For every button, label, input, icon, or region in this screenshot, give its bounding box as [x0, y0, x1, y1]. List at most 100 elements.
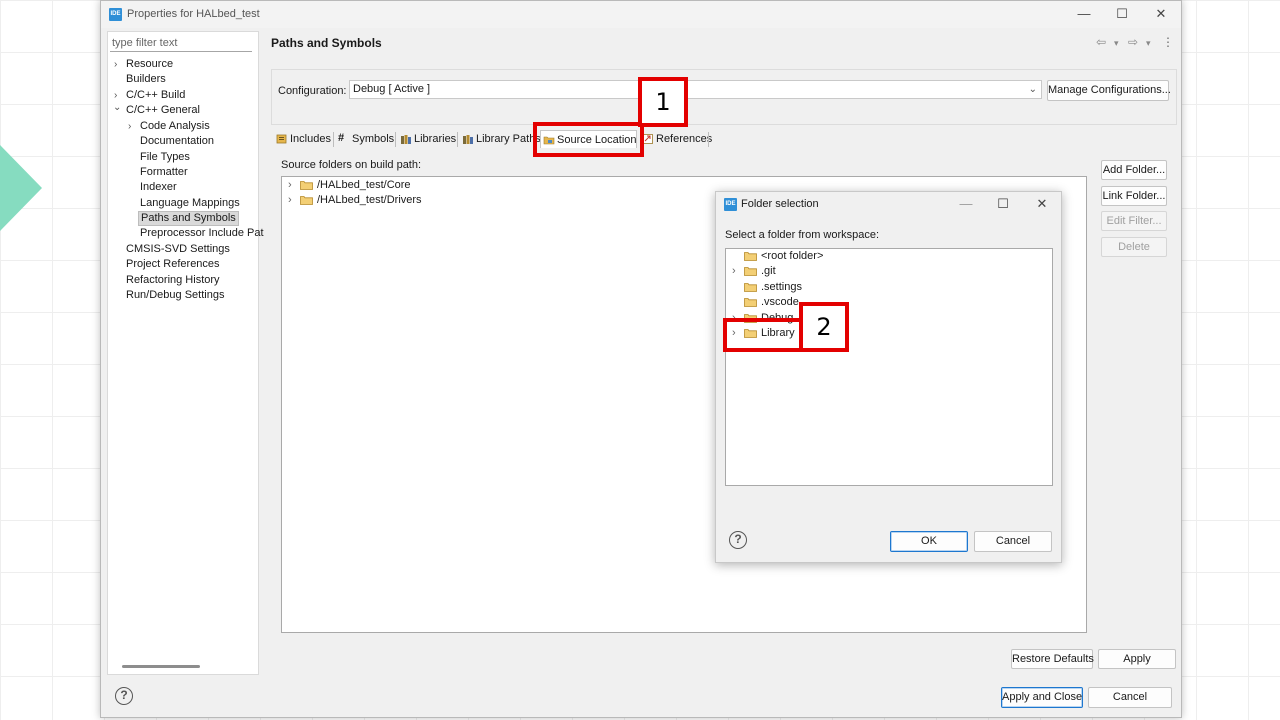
folder-icon — [300, 181, 313, 190]
configuration-select[interactable]: Debug [ Active ] ⌄ — [349, 80, 1042, 99]
configuration-value: Debug [ Active ] — [353, 83, 431, 95]
chevron-right-icon[interactable]: › — [114, 90, 117, 101]
forward-menu-icon[interactable]: ▾ — [1146, 38, 1151, 49]
nav-item-resource[interactable]: Resource — [126, 57, 173, 72]
folder-label: .git — [761, 265, 776, 277]
add-folder-button[interactable]: Add Folder... — [1101, 160, 1167, 180]
tab-libraries[interactable]: Libraries — [398, 130, 456, 148]
page-title: Paths and Symbols — [271, 36, 382, 50]
nav-item-paths-and-symbols[interactable]: Paths and Symbols — [138, 211, 239, 226]
tab-library-paths[interactable]: Library Paths — [460, 130, 541, 148]
forward-arrow-icon[interactable]: ⇨ — [1128, 35, 1138, 49]
nav-item-cmsis-svd-settings[interactable]: CMSIS-SVD Settings — [126, 242, 230, 257]
folder-selection-dialog: IDE Folder selection — ☐ ✕ Select a fold… — [715, 191, 1062, 563]
dialog-prompt: Select a folder from workspace: — [725, 229, 880, 241]
folder-label: .settings — [761, 281, 802, 293]
tab-references[interactable]: References — [640, 130, 712, 148]
maximize-icon[interactable]: ☐ — [1114, 6, 1130, 22]
folder-label: /HALbed_test/Core — [317, 179, 411, 191]
workspace-folder-tree[interactable]: <root folder> › .git .settings .vscode ›… — [725, 248, 1053, 486]
nav-item-run-debug-settings[interactable]: Run/Debug Settings — [126, 288, 224, 303]
folder-label: <root folder> — [761, 250, 824, 262]
tab-symbols[interactable]: # Symbols — [336, 130, 394, 148]
folder-icon — [744, 283, 757, 292]
cancel-button[interactable]: Cancel — [1088, 687, 1172, 708]
nav-item-cpp-general[interactable]: C/C++ General — [126, 103, 200, 118]
folder-icon — [300, 196, 313, 205]
nav-item-refactoring-history[interactable]: Refactoring History — [126, 273, 220, 288]
tab-separator — [395, 132, 396, 147]
chevron-right-icon[interactable]: › — [288, 178, 292, 193]
nav-item-cpp-build[interactable]: C/C++ Build — [126, 88, 185, 103]
back-menu-icon[interactable]: ▾ — [1114, 38, 1119, 49]
folder-icon — [744, 252, 757, 261]
minimize-icon[interactable]: — — [958, 196, 974, 212]
window-title: Properties for HALbed_test — [127, 8, 260, 20]
ide-app-icon: IDE — [109, 8, 122, 21]
hash-icon: # — [338, 132, 345, 144]
help-icon[interactable]: ? — [115, 687, 133, 705]
manage-configurations-button[interactable]: Manage Configurations... — [1047, 80, 1171, 101]
chevron-right-icon[interactable]: › — [114, 59, 117, 70]
property-page-tree: › Resource Builders › C/C++ Build ⌄ C/C+… — [107, 31, 264, 675]
maximize-icon[interactable]: ☐ — [995, 196, 1011, 212]
folder-icon — [744, 267, 757, 276]
nav-item-code-analysis[interactable]: Code Analysis — [140, 119, 210, 134]
library-folder-highlight — [723, 318, 805, 352]
nav-item-formatter[interactable]: Formatter — [140, 165, 188, 180]
tab-label: References — [656, 133, 713, 145]
tab-label: Libraries — [414, 133, 457, 145]
includes-icon — [276, 134, 287, 144]
list-item[interactable]: <root folder> — [732, 249, 1032, 264]
dialog-title: Folder selection — [741, 198, 819, 210]
nav-item-file-types[interactable]: File Types — [140, 150, 190, 165]
list-item[interactable]: .vscode — [732, 295, 1032, 310]
tab-label: Includes — [290, 133, 331, 145]
chevron-right-icon[interactable]: › — [732, 264, 736, 279]
nav-item-indexer[interactable]: Indexer — [140, 180, 177, 195]
help-icon[interactable]: ? — [729, 531, 747, 549]
dialog-cancel-button[interactable]: Cancel — [974, 531, 1052, 552]
link-folder-button[interactable]: Link Folder... — [1101, 186, 1167, 206]
more-options-icon[interactable]: ⋮ — [1162, 35, 1174, 49]
nav-item-preprocessor-include-paths[interactable]: Preprocessor Include Pat — [140, 226, 264, 241]
delete-button[interactable]: Delete — [1101, 237, 1167, 257]
step-number-1: 1 — [638, 77, 688, 127]
apply-and-close-button[interactable]: Apply and Close — [1001, 687, 1083, 708]
nav-item-project-references[interactable]: Project References — [126, 257, 220, 272]
chevron-right-icon[interactable]: › — [128, 121, 131, 132]
nav-item-documentation[interactable]: Documentation — [140, 134, 214, 149]
libraries-icon — [401, 135, 411, 144]
ide-app-icon: IDE — [724, 198, 737, 211]
folder-icon — [744, 298, 757, 307]
nav-item-builders[interactable]: Builders — [126, 72, 166, 87]
tab-includes[interactable]: Includes — [274, 130, 331, 148]
filter-input[interactable] — [110, 34, 252, 52]
tab-label: Symbols — [352, 133, 395, 145]
restore-defaults-button[interactable]: Restore Defaults — [1011, 649, 1094, 669]
nav-item-language-mappings[interactable]: Language Mappings — [140, 196, 240, 211]
tab-label: Library Paths — [476, 133, 541, 145]
chevron-down-icon[interactable]: ⌄ — [113, 102, 121, 113]
minimize-icon[interactable]: — — [1076, 6, 1092, 22]
chevron-down-icon: ⌄ — [1028, 84, 1037, 95]
close-icon[interactable]: ✕ — [1034, 196, 1050, 212]
library-paths-icon — [463, 135, 473, 144]
tab-separator — [457, 132, 458, 147]
list-item[interactable]: › .git — [732, 264, 1032, 279]
folder-label: /HALbed_test/Drivers — [317, 194, 422, 206]
ok-button[interactable]: OK — [890, 531, 968, 552]
close-icon[interactable]: ✕ — [1153, 6, 1169, 22]
slide-accent-arrow — [0, 145, 42, 231]
edit-filter-button[interactable]: Edit Filter... — [1101, 211, 1167, 231]
tab-separator — [708, 132, 709, 147]
horizontal-scrollbar[interactable] — [122, 665, 200, 668]
chevron-right-icon[interactable]: › — [288, 193, 292, 208]
title-bar: IDE Properties for HALbed_test — ☐ ✕ — [101, 1, 1181, 28]
step-number-2: 2 — [799, 302, 849, 352]
back-arrow-icon[interactable]: ⇦ — [1096, 35, 1106, 49]
folder-label: .vscode — [761, 296, 799, 308]
apply-button[interactable]: Apply — [1098, 649, 1176, 669]
list-item[interactable]: .settings — [732, 280, 1032, 295]
configuration-label: Configuration: — [278, 85, 347, 97]
